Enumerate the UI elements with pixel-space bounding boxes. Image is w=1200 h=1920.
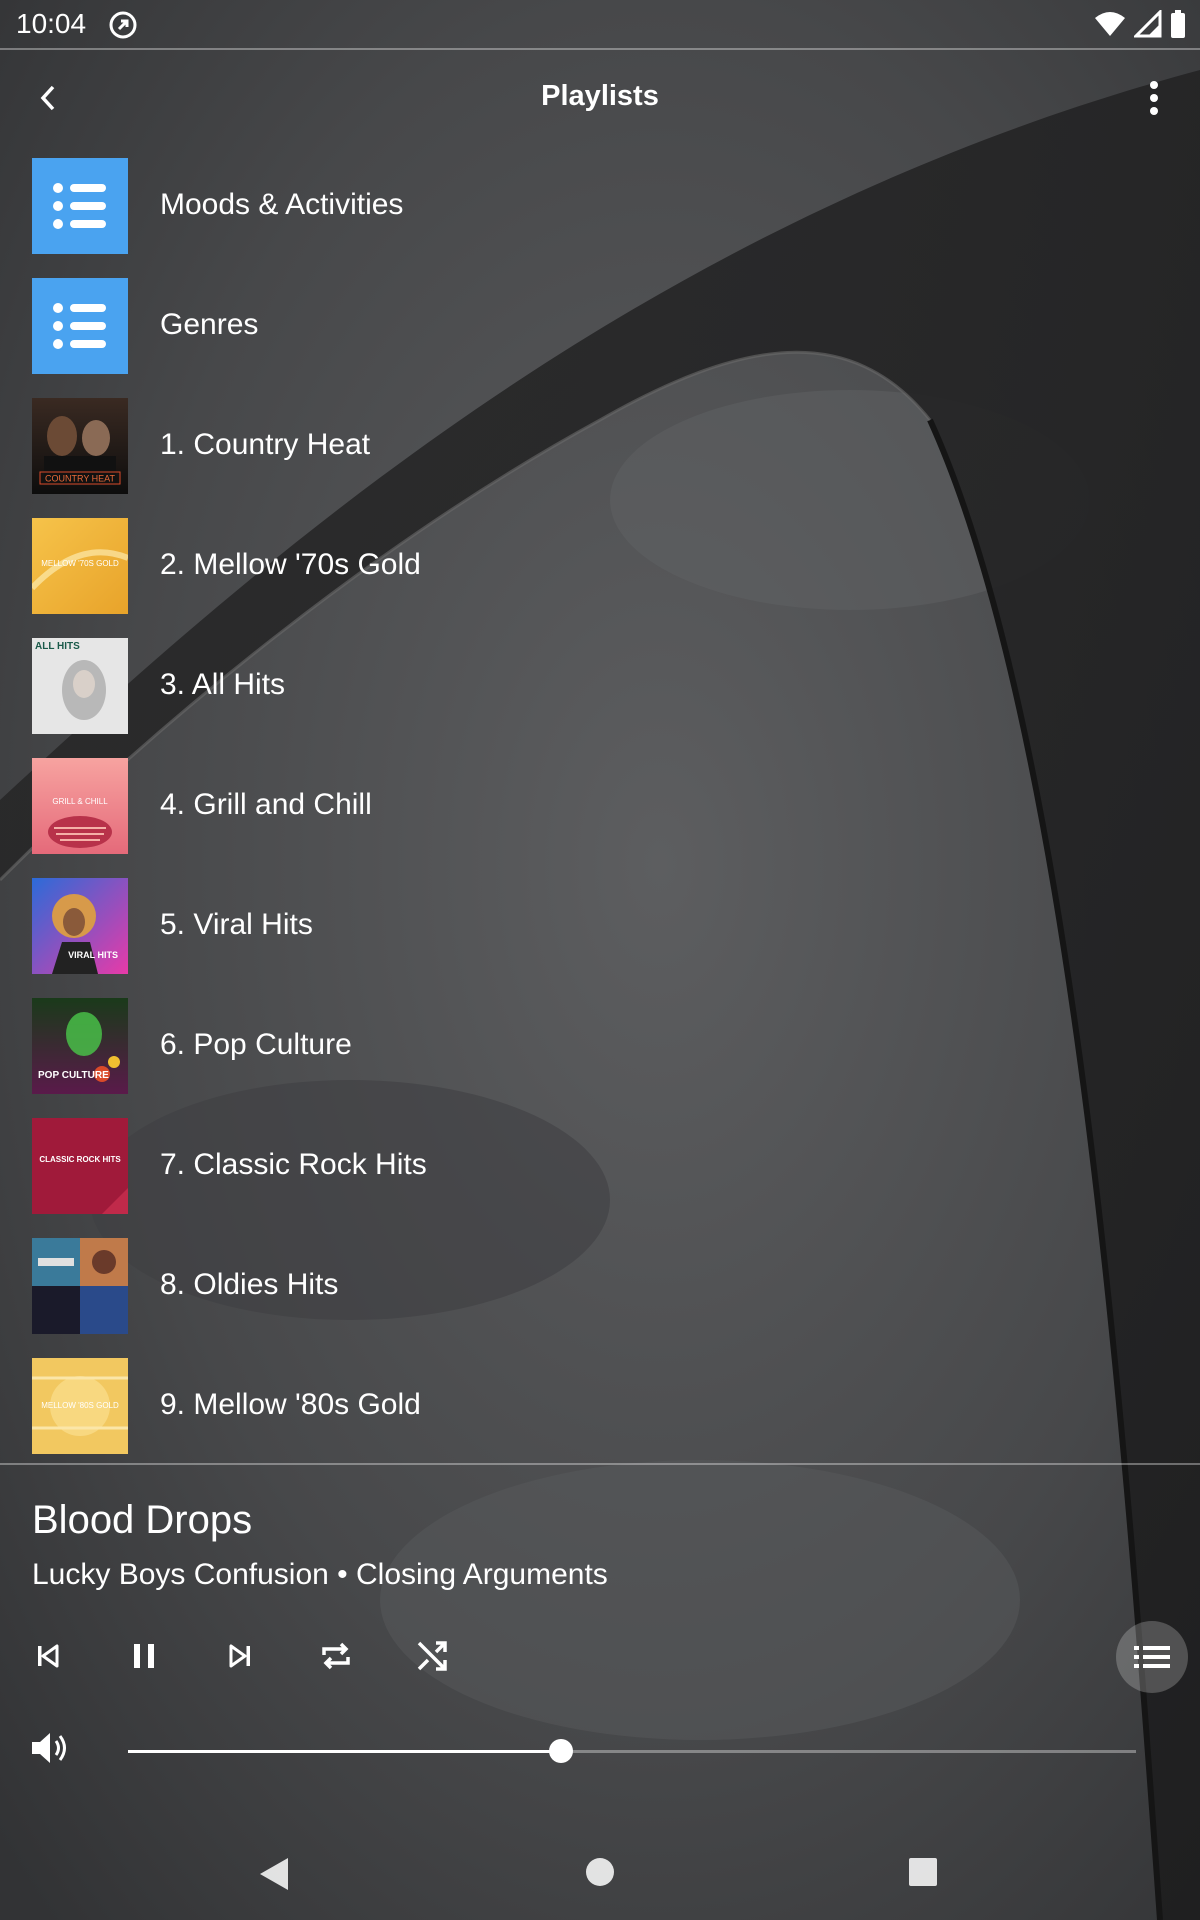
previous-button[interactable] xyxy=(20,1628,76,1684)
list-icon xyxy=(53,183,106,229)
cover-image: COUNTRY HEAT xyxy=(39,416,121,486)
playlist-title: 3. All Hits xyxy=(160,668,286,701)
overflow-menu-button[interactable] xyxy=(1130,74,1178,122)
playlist-title: Genres xyxy=(160,308,259,341)
now-playing-subtitle: Lucky Boys Confusion • Closing Arguments xyxy=(32,1558,608,1591)
cover-text: MELLOW '80S GOLD xyxy=(41,1401,119,1410)
cover-text: COUNTRY HEAT xyxy=(45,474,116,484)
skip-next-icon xyxy=(229,1644,250,1668)
cover-text: GRILL & CHILL xyxy=(52,797,108,806)
nav-home-icon[interactable] xyxy=(584,1856,616,1888)
volume-slider[interactable] xyxy=(128,1739,1136,1763)
battery-icon xyxy=(1171,10,1185,38)
cover-image: ALL HITS xyxy=(35,641,106,720)
cover-image: POP CULTURE xyxy=(38,1012,120,1082)
cover-text: ALL HITS xyxy=(35,641,80,652)
cover-text: CLASSIC ROCK HITS xyxy=(39,1155,121,1164)
playlist-item[interactable]: COUNTRY HEAT 1. Country Heat xyxy=(0,396,1200,516)
playlist-title: 1. Country Heat xyxy=(160,428,371,461)
playlist-item[interactable]: Moods & Activities xyxy=(0,156,1200,276)
playlist-item[interactable]: POP CULTURE 6. Pop Culture xyxy=(0,996,1200,1116)
playlist-title: 4. Grill and Chill xyxy=(160,788,372,821)
now-playing-title: Blood Drops xyxy=(32,1498,253,1542)
cover-image: CLASSIC ROCK HITS xyxy=(39,1155,128,1214)
cover-text: MELLOW '70S GOLD xyxy=(41,559,119,568)
top-app-bar: Playlists xyxy=(0,50,1200,146)
playlist-item[interactable]: GRILL & CHILL 4. Grill and Chill xyxy=(0,756,1200,876)
next-button[interactable] xyxy=(212,1628,268,1684)
wifi-icon xyxy=(1095,12,1125,36)
more-vert-icon xyxy=(1150,81,1158,115)
playlist-cover-art: COUNTRY HEAT xyxy=(32,398,128,494)
skip-previous-icon xyxy=(38,1644,59,1668)
cover-image: MELLOW '70S GOLD xyxy=(32,549,128,591)
playlist-cover-art: ALL HITS xyxy=(32,638,128,734)
playlist-title: 6. Pop Culture xyxy=(160,1028,352,1061)
status-time: 10:04 xyxy=(16,8,87,39)
playlist-title: 5. Viral Hits xyxy=(160,908,313,941)
playlist-cover-art: GRILL & CHILL xyxy=(32,758,128,854)
queue-button[interactable] xyxy=(1116,1621,1188,1693)
volume-slider-fill xyxy=(128,1750,562,1753)
playlist-item[interactable]: Genres xyxy=(0,276,1200,396)
pause-icon xyxy=(134,1644,154,1668)
playlist-title: 7. Classic Rock Hits xyxy=(160,1148,427,1181)
playlist-item[interactable]: ALL HITS 3. All Hits xyxy=(0,636,1200,756)
pause-button[interactable] xyxy=(116,1628,172,1684)
playlist-item[interactable]: VIRAL HITS 5. Viral Hits xyxy=(0,876,1200,996)
system-navigation-bar xyxy=(0,1840,1200,1920)
playlist-cover-art xyxy=(32,1238,128,1334)
cover-image xyxy=(32,1238,128,1334)
cover-text: VIRAL HITS xyxy=(68,950,118,960)
nav-back-icon[interactable] xyxy=(256,1854,292,1894)
notification-app-icon xyxy=(109,11,137,39)
cover-image: GRILL & CHILL xyxy=(48,797,112,848)
playlist-item[interactable]: 8. Oldies Hits xyxy=(0,1236,1200,1356)
playlist-title: 2. Mellow '70s Gold xyxy=(160,548,421,581)
shuffle-icon xyxy=(417,1641,447,1671)
playlist-cover-art: POP CULTURE xyxy=(32,998,128,1094)
cover-image: VIRAL HITS xyxy=(52,894,118,974)
cover-text: POP CULTURE xyxy=(38,1070,109,1081)
list-icon xyxy=(53,303,106,349)
playlist-cover-art: MELLOW '70S GOLD xyxy=(32,518,128,614)
status-bar: 10:04 xyxy=(0,0,1200,50)
playlist-title: 8. Oldies Hits xyxy=(160,1268,339,1301)
cover-image: MELLOW '80S GOLD xyxy=(32,1376,128,1436)
playlist-cover-art: CLASSIC ROCK HITS xyxy=(32,1118,128,1214)
repeat-button[interactable] xyxy=(308,1628,364,1684)
playlist-cover-art: MELLOW '80S GOLD xyxy=(32,1358,128,1454)
playlist-item[interactable]: MELLOW '80S GOLD 9. Mellow '80s Gold xyxy=(0,1356,1200,1476)
page-title: Playlists xyxy=(541,80,659,112)
status-icons xyxy=(1094,10,1186,38)
nav-recents-icon[interactable] xyxy=(907,1856,939,1888)
shuffle-button[interactable] xyxy=(404,1628,460,1684)
playlist-item[interactable]: CLASSIC ROCK HITS 7. Classic Rock Hits xyxy=(0,1116,1200,1236)
playlist-item[interactable]: MELLOW '70S GOLD 2. Mellow '70s Gold xyxy=(0,516,1200,636)
playlist-title: 9. Mellow '80s Gold xyxy=(160,1388,421,1421)
queue-list-icon xyxy=(1134,1646,1170,1668)
playlist-title: Moods & Activities xyxy=(160,188,404,221)
playlist-cover-art: VIRAL HITS xyxy=(32,878,128,974)
signal-icon xyxy=(1134,10,1162,38)
player-divider xyxy=(0,1463,1200,1465)
playlist-folder-icon xyxy=(32,278,128,374)
playlist-folder-icon xyxy=(32,158,128,254)
repeat-icon xyxy=(322,1642,350,1670)
volume-icon[interactable] xyxy=(26,1724,74,1772)
